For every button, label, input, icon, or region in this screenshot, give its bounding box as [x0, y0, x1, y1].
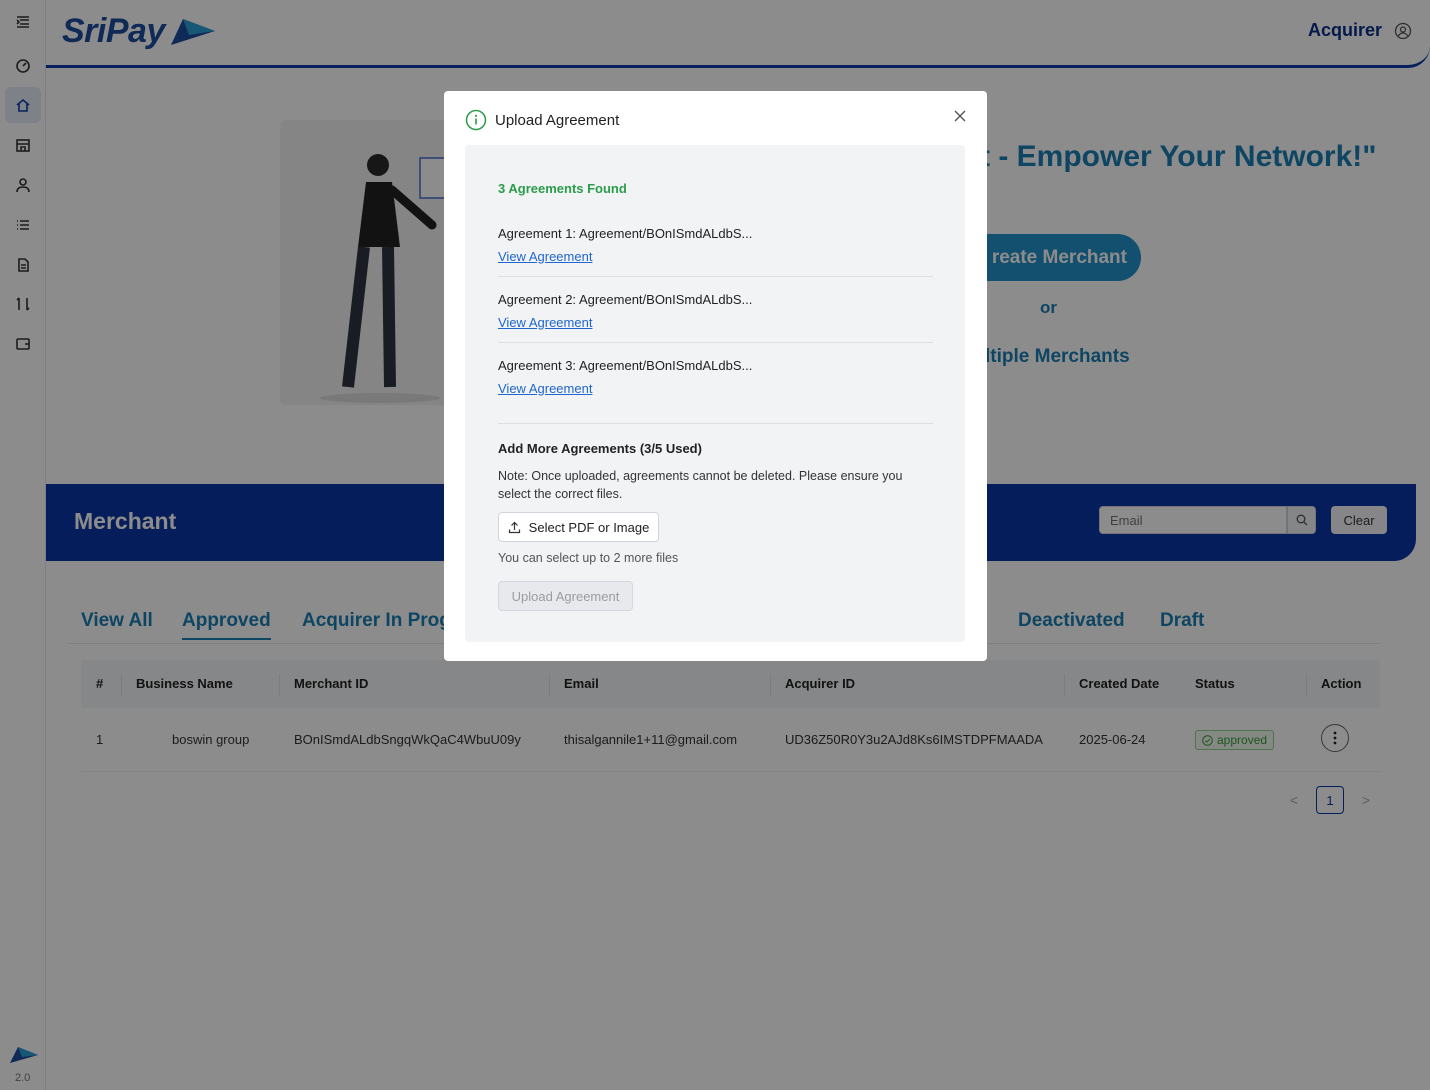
upload-agreement-modal: Upload Agreement 3 Agreements Found Agre… — [444, 91, 987, 661]
agreements-found-label: 3 Agreements Found — [498, 181, 627, 196]
modal-body: 3 Agreements Found Agreement 1: Agreemen… — [465, 145, 965, 642]
add-agreements-title: Add More Agreements (3/5 Used) — [498, 441, 702, 456]
divider — [498, 342, 933, 343]
upload-icon — [508, 521, 520, 533]
agreement-item: Agreement 1: Agreement/BOnISmdALdbS... V… — [498, 226, 933, 292]
section-divider — [498, 423, 933, 424]
agreement-item: Agreement 3: Agreement/BOnISmdALdbS... V… — [498, 358, 933, 424]
modal-header: Upload Agreement — [465, 109, 619, 131]
agreement-name: Agreement 3: Agreement/BOnISmdALdbS... — [498, 358, 753, 373]
view-agreement-link[interactable]: View Agreement — [498, 249, 592, 264]
agreement-item: Agreement 2: Agreement/BOnISmdALdbS... V… — [498, 292, 933, 358]
view-agreement-link[interactable]: View Agreement — [498, 315, 592, 330]
remaining-files-hint: You can select up to 2 more files — [498, 551, 679, 565]
info-icon — [465, 109, 487, 131]
modal-title: Upload Agreement — [495, 111, 620, 129]
view-agreement-link[interactable]: View Agreement — [498, 381, 592, 396]
close-icon[interactable] — [951, 107, 969, 125]
upload-agreement-button[interactable]: Upload Agreement — [498, 581, 633, 611]
select-file-label: Select PDF or Image — [528, 519, 650, 535]
divider — [498, 276, 933, 277]
upload-note: Note: Once uploaded, agreements cannot b… — [498, 469, 903, 501]
agreement-name: Agreement 2: Agreement/BOnISmdALdbS... — [498, 292, 753, 307]
select-file-button[interactable]: Select PDF or Image — [498, 512, 659, 542]
agreement-name: Agreement 1: Agreement/BOnISmdALdbS... — [498, 226, 753, 241]
